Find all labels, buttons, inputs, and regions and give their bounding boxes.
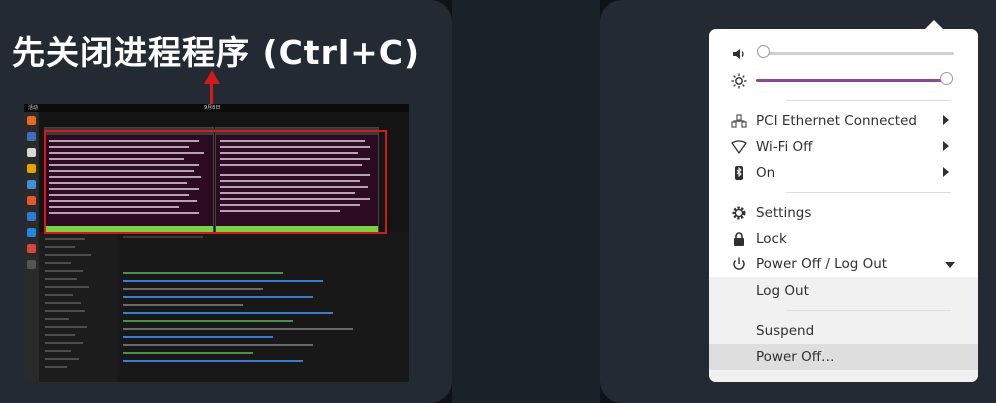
network-label: PCI Ethernet Connected [756, 113, 917, 129]
screenshot-editor [117, 232, 409, 382]
topbar-clock: 9月8日 [204, 105, 221, 111]
power-icon [733, 257, 745, 270]
bluetooth-item[interactable]: On [709, 161, 978, 185]
logout-label: Log Out [756, 283, 809, 299]
screenshot-file-tree [39, 232, 117, 382]
separator [786, 192, 951, 193]
mail-icon [27, 132, 36, 141]
power-item[interactable]: Power Off / Log Out [709, 252, 978, 276]
software-icon [27, 196, 36, 205]
lock-item[interactable]: Lock [709, 227, 978, 251]
files-icon [27, 148, 36, 157]
volume-slider-knob[interactable] [757, 45, 770, 58]
chevron-right-icon [943, 115, 949, 125]
background-gap [452, 0, 600, 403]
lock-icon [734, 232, 744, 246]
wifi-item[interactable]: Wi-Fi Off [709, 135, 978, 159]
settings-item[interactable]: Settings [709, 201, 978, 225]
wifi-label: Wi-Fi Off [756, 139, 813, 155]
chevron-right-icon [943, 141, 949, 151]
bluetooth-label: On [756, 165, 776, 181]
highlight-box [44, 130, 387, 234]
separator [786, 100, 951, 101]
settings-label: Settings [756, 205, 812, 221]
volume-row [709, 42, 978, 66]
network-item[interactable]: PCI Ethernet Connected [709, 109, 978, 133]
suspend-item[interactable]: Suspend [709, 318, 978, 344]
chevron-down-icon [945, 262, 955, 268]
tutorial-panel: 先关闭进程程序 (Ctrl+C) 活动 9月8日 [0, 0, 452, 403]
power-label: Power Off / Log Out [756, 256, 888, 272]
brightness-icon [731, 73, 747, 89]
poweroff-label: Power Off… [756, 349, 835, 365]
chevron-right-icon [943, 167, 949, 177]
power-submenu: Log Out Suspend Power Off… [709, 277, 978, 382]
brightness-slider-knob[interactable] [940, 72, 954, 85]
firefox-icon [27, 116, 36, 125]
bluetooth-icon [735, 166, 743, 180]
separator [786, 310, 951, 311]
vscode-icon [27, 228, 36, 237]
volume-icon [733, 49, 744, 59]
screenshot-topbar: 活动 9月8日 [24, 104, 409, 112]
wifi-icon [731, 140, 747, 154]
system-menu: PCI Ethernet Connected Wi-Fi Off On Sett… [709, 29, 978, 382]
gear-icon [732, 206, 746, 220]
music-icon [27, 164, 36, 173]
poweroff-item[interactable]: Power Off… [709, 344, 978, 370]
terminal-dock-icon [27, 260, 36, 269]
help-icon [27, 212, 36, 221]
brightness-row [709, 69, 978, 93]
logout-item[interactable]: Log Out [709, 278, 978, 304]
lock-label: Lock [756, 231, 787, 247]
app-icon [27, 244, 36, 253]
brightness-slider-fill [756, 79, 947, 82]
tutorial-caption: 先关闭进程程序 (Ctrl+C) [12, 33, 421, 72]
ethernet-icon [731, 114, 747, 128]
screenshot-dock [24, 112, 39, 382]
topbar-activities: 活动 [28, 105, 39, 111]
suspend-label: Suspend [756, 323, 815, 339]
writer-icon [27, 180, 36, 189]
volume-slider[interactable] [764, 52, 954, 55]
